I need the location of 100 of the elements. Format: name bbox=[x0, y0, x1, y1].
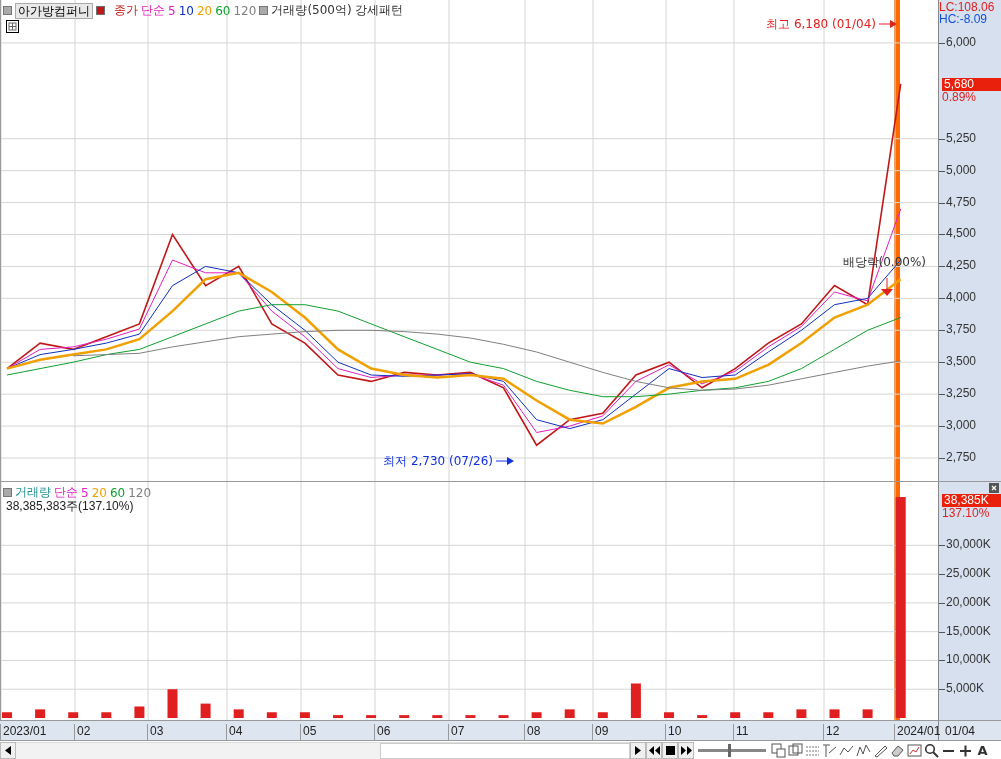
slider-thumb[interactable] bbox=[727, 743, 731, 757]
axis-label: 5,000K bbox=[946, 681, 985, 696]
search-icon[interactable] bbox=[923, 741, 940, 759]
legend-label: 10 bbox=[178, 3, 194, 18]
volume-bar bbox=[697, 715, 708, 718]
axis-label: 08 bbox=[524, 724, 541, 740]
volume-bar bbox=[664, 712, 674, 718]
axis-label: 3,500 bbox=[946, 354, 977, 369]
axis-label: 4,750 bbox=[946, 194, 977, 209]
text-tool-button[interactable]: A bbox=[974, 741, 991, 759]
volume-bar bbox=[134, 706, 145, 718]
chart-window-icon[interactable] bbox=[906, 741, 923, 759]
legend-marker-icon bbox=[3, 6, 12, 15]
table-icon[interactable] bbox=[6, 20, 19, 33]
scrollbar-thumb[interactable] bbox=[380, 742, 630, 759]
legend-label: 60 bbox=[215, 3, 231, 18]
axis-label: 3,000 bbox=[946, 418, 977, 433]
fast-forward-button[interactable] bbox=[678, 741, 694, 759]
volume-bar bbox=[829, 709, 840, 718]
axis-label: 137.10% bbox=[942, 507, 990, 520]
legend-label: 60 bbox=[109, 485, 126, 500]
volume-bar bbox=[68, 712, 79, 718]
volume-bar bbox=[266, 712, 277, 718]
axis-label: 03 bbox=[147, 724, 164, 740]
legend-marker-icon bbox=[259, 6, 269, 15]
stop-button[interactable] bbox=[662, 741, 678, 759]
legend-label: 단순 bbox=[54, 484, 78, 501]
legend-marker-icon bbox=[3, 488, 12, 497]
axis-label: 10 bbox=[665, 724, 682, 740]
volume-bar bbox=[432, 715, 443, 718]
volume-bar bbox=[763, 712, 774, 718]
axis-label: 4,000 bbox=[946, 290, 977, 305]
axis-label: 12 bbox=[823, 724, 840, 740]
axis-label: 2023/01 bbox=[0, 724, 47, 740]
legend-label: 120 bbox=[128, 485, 152, 500]
axis-label: 5,000 bbox=[946, 162, 977, 177]
axis-label: 30,000K bbox=[946, 537, 991, 552]
right-arrow-icon bbox=[495, 457, 514, 465]
axis-label: 2,750 bbox=[946, 450, 977, 464]
axis-label: 02 bbox=[74, 724, 91, 740]
volume-bar bbox=[399, 715, 410, 718]
volume-bar bbox=[366, 715, 377, 718]
volume-bar bbox=[2, 712, 12, 718]
axis-label: LC:108.06 bbox=[939, 0, 995, 14]
legend-label: 20 bbox=[196, 3, 213, 18]
volume-bar bbox=[35, 709, 46, 718]
right-triangle-icon bbox=[635, 745, 641, 755]
axis-label: 09 bbox=[592, 724, 609, 740]
legend-label: 20 bbox=[91, 485, 107, 500]
volume-bar bbox=[333, 715, 343, 718]
volume-bar bbox=[630, 683, 641, 718]
annotation-label: 최고 6,180 (01/04) bbox=[766, 17, 876, 31]
axis-label: 05 bbox=[300, 724, 317, 740]
axis-label: 15,000K bbox=[946, 623, 991, 638]
volume-bar bbox=[564, 709, 575, 718]
stock-name-button[interactable]: 아가방컴퍼니 bbox=[15, 2, 93, 19]
legend-label: 거래량 bbox=[15, 484, 51, 501]
volume-tag: 38,385K bbox=[942, 494, 1001, 507]
left-triangle-icon bbox=[5, 745, 11, 755]
legend-label: 거래량(500억) 강세패턴 bbox=[271, 2, 404, 19]
axis-label: 06 bbox=[374, 724, 391, 740]
volume-bar bbox=[531, 712, 542, 718]
volume-bar bbox=[299, 712, 310, 718]
volume-bar bbox=[101, 712, 112, 718]
axis-label: 3,750 bbox=[946, 322, 977, 337]
axis-label: 4,250 bbox=[946, 258, 977, 273]
axis-label: 11 bbox=[733, 724, 749, 740]
volume-bar bbox=[730, 712, 741, 718]
axis-label: 07 bbox=[448, 724, 465, 740]
rewind-icon bbox=[648, 745, 660, 755]
close-icon[interactable] bbox=[989, 483, 999, 493]
legend-label: 5 bbox=[168, 3, 176, 18]
legend-label: 단순 bbox=[141, 2, 165, 19]
stop-icon bbox=[665, 745, 675, 755]
axis-label: 4,500 bbox=[946, 226, 977, 241]
volume-bar bbox=[498, 715, 509, 718]
right-arrow-icon bbox=[878, 20, 897, 28]
volume-bar bbox=[233, 709, 244, 718]
axis-label: 6,000 bbox=[946, 34, 977, 49]
price-tag: 5,680 bbox=[942, 77, 1001, 91]
scroll-right-button[interactable] bbox=[630, 741, 646, 759]
annotation-label: 최저 2,730 (07/26) bbox=[383, 454, 493, 468]
axis-label: 3,250 bbox=[946, 386, 977, 401]
overlay-icon[interactable] bbox=[770, 741, 787, 759]
volume-summary: 38,385,383주(137.10%) bbox=[6, 498, 134, 515]
toggle-icon[interactable] bbox=[96, 6, 105, 15]
volume-bar bbox=[465, 715, 476, 718]
overlay-icon[interactable] bbox=[787, 741, 804, 759]
fast-forward-icon bbox=[680, 745, 692, 755]
scroll-left-button[interactable] bbox=[0, 741, 16, 759]
axis-label: 25,000K bbox=[946, 566, 991, 581]
line-tool-icon[interactable] bbox=[821, 741, 838, 759]
legend-label: 종가 bbox=[114, 2, 138, 19]
legend-label: 120 bbox=[233, 3, 257, 18]
rewind-button[interactable] bbox=[646, 741, 662, 759]
volume-bar bbox=[167, 689, 178, 718]
axis-label: 10,000K bbox=[946, 652, 991, 667]
volume-bar bbox=[862, 709, 873, 718]
axis-label: 01/04 bbox=[945, 724, 976, 738]
axis-label: 5,250 bbox=[946, 130, 977, 145]
